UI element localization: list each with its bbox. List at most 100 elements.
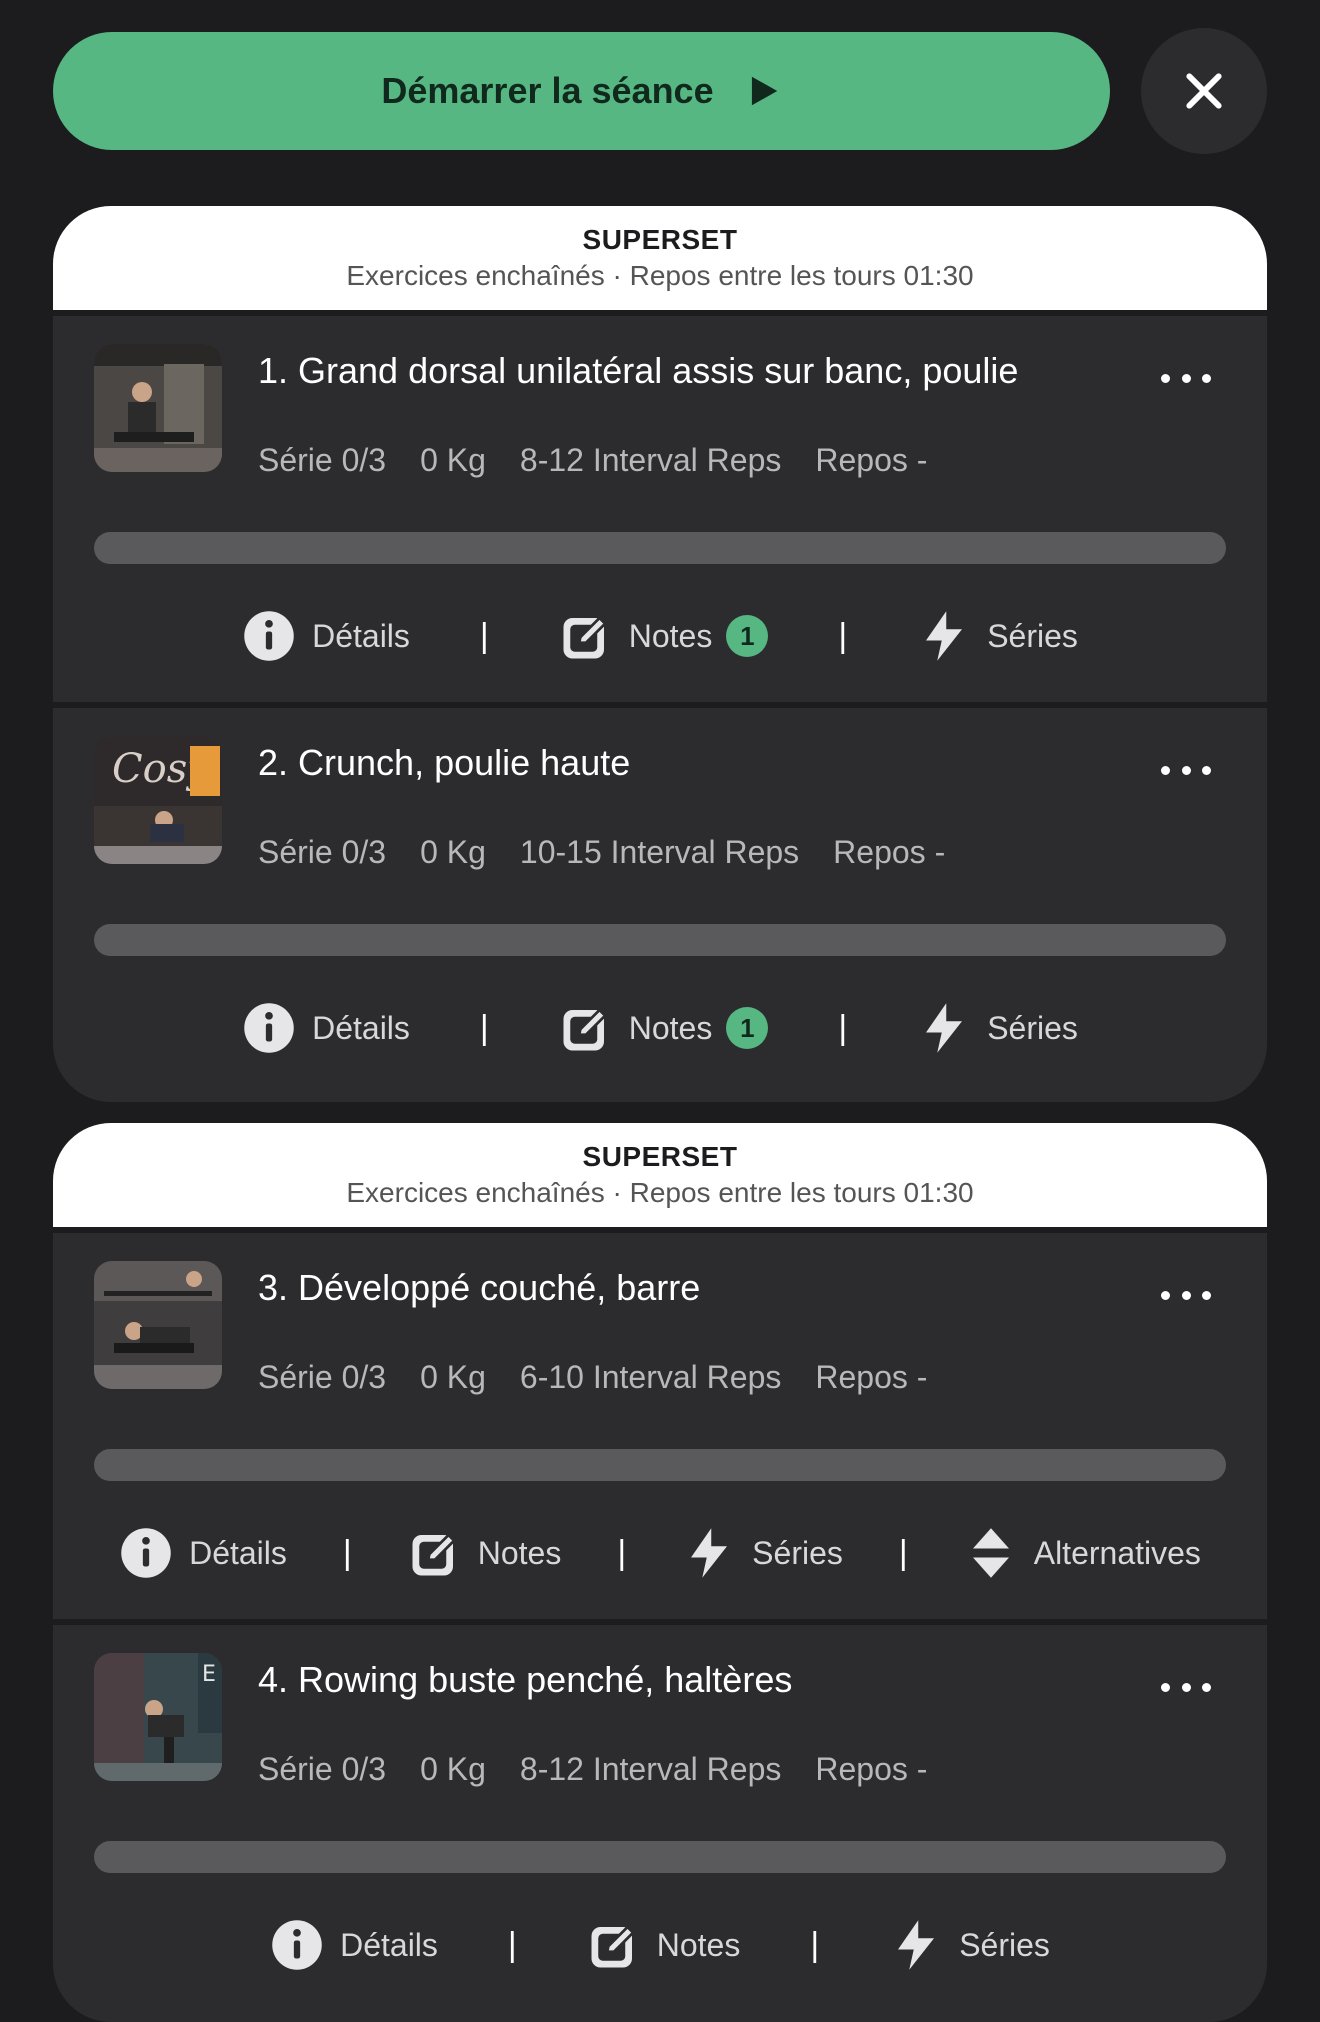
series-label: Séries: [987, 617, 1078, 654]
action-separator: |: [342, 1533, 352, 1572]
details-button[interactable]: Détails: [107, 1526, 299, 1580]
exercise-stats: Série 0/3 0 Kg 6-10 Interval Reps Repos …: [258, 1359, 927, 1396]
close-button[interactable]: [1141, 28, 1267, 154]
series-label: Séries: [959, 1926, 1050, 1963]
rest-value: Repos -: [815, 442, 928, 478]
edit-note-icon: [563, 616, 607, 659]
top-bar: Démarrer la séance: [53, 28, 1267, 154]
exercise-thumbnail[interactable]: [94, 344, 222, 472]
serie-count: Série 0/3: [258, 442, 387, 478]
weight-value: 0 Kg: [420, 1359, 486, 1395]
exercise-thumbnail[interactable]: Cosy: [94, 736, 222, 864]
exercise-actions: Détails | Notes | Séries | Alternatives: [53, 1523, 1267, 1583]
start-session-label: Démarrer la séance: [381, 70, 714, 111]
notes-label: Notes: [628, 617, 713, 654]
notes-count-badge: 1: [726, 1007, 769, 1049]
notes-button[interactable]: Notes 1: [547, 1001, 781, 1055]
alternatives-button[interactable]: Alternatives: [952, 1526, 1213, 1580]
exercise-thumbnail[interactable]: E: [94, 1653, 222, 1781]
superset-header: SUPERSET Exercices enchaînés · Repos ent…: [53, 206, 1267, 310]
exercise-actions: Détails | Notes | Séries: [53, 1915, 1267, 1975]
exercise-card[interactable]: E 4. Rowing buste penché, haltères Série…: [53, 1619, 1267, 2013]
serie-count: Série 0/3: [258, 834, 387, 870]
details-button[interactable]: Détails: [230, 1001, 422, 1055]
weight-value: 0 Kg: [420, 834, 486, 870]
lightning-icon: [926, 611, 963, 661]
action-separator: |: [479, 1008, 489, 1047]
svg-text:E: E: [202, 1662, 216, 1687]
more-dot: [1181, 1682, 1191, 1692]
notes-button[interactable]: Notes 1: [547, 609, 781, 663]
series-button[interactable]: Séries: [905, 609, 1090, 663]
more-options-button[interactable]: [1161, 1285, 1211, 1305]
exercise-thumbnail[interactable]: [94, 1261, 222, 1389]
details-button[interactable]: Détails: [258, 1918, 450, 1972]
series-button[interactable]: Séries: [905, 1001, 1090, 1055]
edit-note-icon: [591, 1925, 635, 1968]
info-icon: [244, 1003, 294, 1053]
series-button[interactable]: Séries: [670, 1526, 855, 1580]
more-options-button[interactable]: [1161, 368, 1211, 388]
action-separator: |: [810, 1925, 820, 1964]
info-icon: [272, 1920, 322, 1970]
exercise-stats: Série 0/3 0 Kg 8-12 Interval Reps Repos …: [258, 442, 927, 479]
exercise-card[interactable]: 1. Grand dorsal unilatéral assis sur ban…: [53, 310, 1267, 702]
notes-count-badge: 1: [726, 615, 769, 657]
reps-value: 6-10 Interval Reps: [519, 1359, 782, 1395]
start-session-button[interactable]: Démarrer la séance: [53, 32, 1110, 150]
more-options-button[interactable]: [1161, 760, 1211, 780]
action-separator: |: [507, 1925, 517, 1964]
rest-value: Repos -: [815, 1751, 928, 1787]
reps-value: 10-15 Interval Reps: [519, 834, 800, 870]
progress-bar: [94, 1449, 1226, 1481]
notes-button[interactable]: Notes: [575, 1918, 753, 1972]
more-dot: [1202, 1682, 1211, 1692]
notes-label: Notes: [656, 1926, 741, 1963]
lightning-icon: [898, 1920, 935, 1970]
edit-note-icon: [412, 1533, 456, 1576]
more-dot: [1181, 765, 1191, 775]
notes-label: Notes: [628, 1009, 713, 1046]
superset-group: SUPERSET Exercices enchaînés · Repos ent…: [53, 1123, 1267, 2022]
info-icon: [121, 1528, 171, 1578]
progress-bar: [94, 924, 1226, 956]
action-separator: |: [617, 1533, 627, 1572]
details-label: Détails: [312, 1009, 410, 1046]
details-label: Détails: [189, 1534, 287, 1571]
serie-count: Série 0/3: [258, 1751, 387, 1787]
series-label: Séries: [752, 1534, 843, 1571]
swap-vertical-icon: [972, 1528, 1009, 1578]
superset-title: SUPERSET: [582, 224, 738, 255]
exercise-card[interactable]: Cosy 2. Crunch, poulie haute Série 0/3 0…: [53, 702, 1267, 1096]
superset-header: SUPERSET Exercices enchaînés · Repos ent…: [53, 1123, 1267, 1227]
superset-subtitle: Exercices enchaînés · Repos entre les to…: [346, 260, 974, 291]
rest-value: Repos -: [833, 834, 946, 870]
series-button[interactable]: Séries: [877, 1918, 1062, 1972]
action-separator: |: [838, 616, 848, 655]
serie-count: Série 0/3: [258, 1359, 387, 1395]
notes-button[interactable]: Notes: [396, 1526, 574, 1580]
exercise-title[interactable]: 1. Grand dorsal unilatéral assis sur ban…: [258, 350, 1018, 392]
rest-value: Repos -: [815, 1359, 928, 1395]
more-options-button[interactable]: [1161, 1677, 1211, 1697]
edit-note-icon: [563, 1008, 607, 1051]
more-dot: [1161, 1682, 1170, 1692]
weight-value: 0 Kg: [420, 1751, 486, 1787]
more-dot: [1181, 1290, 1191, 1300]
lightning-icon: [926, 1003, 963, 1053]
exercise-title[interactable]: 4. Rowing buste penché, haltères: [258, 1659, 792, 1701]
more-dot: [1161, 765, 1170, 775]
more-dot: [1202, 765, 1211, 775]
more-dot: [1202, 373, 1211, 383]
progress-bar: [94, 1841, 1226, 1873]
exercise-title[interactable]: 2. Crunch, poulie haute: [258, 742, 630, 784]
superset-subtitle: Exercices enchaînés · Repos entre les to…: [346, 1177, 974, 1208]
reps-value: 8-12 Interval Reps: [519, 442, 782, 478]
exercise-card[interactable]: 3. Développé couché, barre Série 0/3 0 K…: [53, 1227, 1267, 1619]
exercise-title[interactable]: 3. Développé couché, barre: [258, 1267, 700, 1309]
more-dot: [1202, 1290, 1211, 1300]
details-button[interactable]: Détails: [230, 609, 422, 663]
superset-title: SUPERSET: [582, 1141, 738, 1172]
more-dot: [1181, 373, 1191, 383]
exercise-stats: Série 0/3 0 Kg 8-12 Interval Reps Repos …: [258, 1751, 927, 1788]
